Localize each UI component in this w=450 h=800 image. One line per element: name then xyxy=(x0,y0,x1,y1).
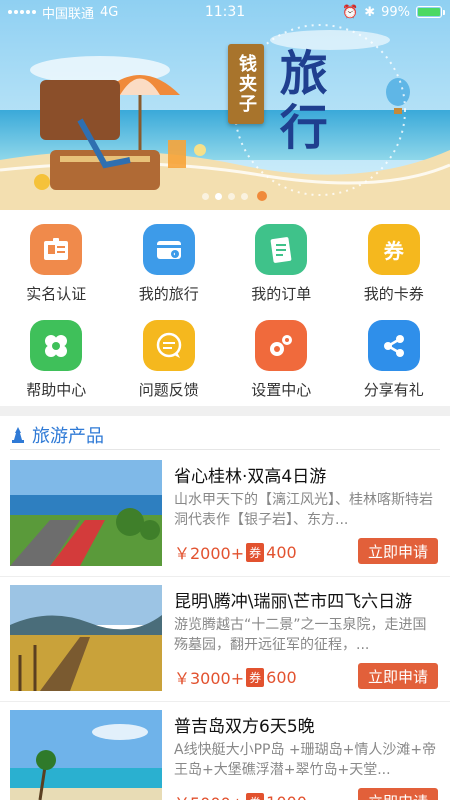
pagination-dot[interactable] xyxy=(228,193,235,200)
coupon-badge: 券 xyxy=(246,667,265,687)
section-divider xyxy=(0,406,450,416)
apply-now-button[interactable]: 立即申请 xyxy=(358,538,438,564)
product-title: 昆明\腾冲\瑞丽\芒市四飞六日游 xyxy=(174,592,413,612)
coupon-glyph: 券 xyxy=(383,239,404,263)
product-item[interactable]: 省心桂林·双高4日游 山水甲天下的【漓江风光】、桂林喀斯特岩洞代表作【银子岩】、… xyxy=(0,452,450,577)
apply-now-button[interactable]: 立即申请 xyxy=(358,788,438,800)
product-description: 山水甲天下的【漓江风光】、桂林喀斯特岩洞代表作【银子岩】、东方... xyxy=(174,492,433,528)
feature-menu: 实名认证 我的旅行 我的订单 券 我的卡券 帮助中心 问题反馈 设置中心 分享有… xyxy=(0,218,450,400)
tower-icon xyxy=(12,426,24,443)
share-icon xyxy=(367,320,420,371)
product-item[interactable]: 昆明\腾冲\瑞丽\芒市四飞六日游 游览腾越古“十二景”之一玉泉院，走进国殇墓园，… xyxy=(0,577,450,702)
bluetooth-icon: ✱ xyxy=(364,4,376,20)
pagination-dot-active[interactable] xyxy=(215,193,222,200)
product-list: 省心桂林·双高4日游 山水甲天下的【漓江风光】、桂林喀斯特岩洞代表作【银子岩】、… xyxy=(0,452,450,800)
banner-badge: 钱夹子 xyxy=(228,44,264,124)
menu-item-label: 帮助中心 xyxy=(26,381,87,399)
menu-item-label: 实名认证 xyxy=(26,285,87,303)
product-item[interactable]: 普吉岛双方6天5晚 A线快艇大小PP岛 +珊瑚岛+情人沙滩+帝王岛+大堡礁浮潜+… xyxy=(0,702,450,800)
menu-item-label: 分享有礼 xyxy=(363,381,424,399)
product-image-yunnan xyxy=(10,585,162,691)
battery-icon xyxy=(416,6,445,18)
product-description: A线快艇大小PP岛 +珊瑚岛+情人沙滩+帝王岛+大堡礁浮潜+翠竹岛+天堂... xyxy=(174,742,437,778)
product-image-guilin xyxy=(10,460,162,566)
product-title: 省心桂林·双高4日游 xyxy=(174,467,327,487)
product-price: ￥5000+ 券 1000 xyxy=(174,790,307,800)
id-card-icon xyxy=(30,224,83,275)
pagination-dot[interactable] xyxy=(241,193,248,200)
price-value: ￥2000+ xyxy=(174,544,245,563)
menu-item-help-center[interactable]: 帮助中心 xyxy=(0,314,113,400)
menu-item-real-name-auth[interactable]: 实名认证 xyxy=(0,218,113,304)
menu-item-my-orders[interactable]: 我的订单 xyxy=(225,218,338,304)
travel-banner[interactable]: 钱夹子 旅行 xyxy=(0,0,450,210)
feedback-icon xyxy=(142,320,195,371)
banner-illustration xyxy=(0,0,450,210)
product-price: ￥2000+ 券 400 xyxy=(174,540,297,564)
menu-item-label: 我的卡券 xyxy=(363,285,424,303)
menu-item-my-travel[interactable]: 我的旅行 xyxy=(113,218,226,304)
menu-item-label: 我的旅行 xyxy=(138,285,199,303)
carrier-name: 中国联通 xyxy=(42,6,95,22)
price-value: ￥3000+ xyxy=(174,669,245,688)
menu-item-label: 设置中心 xyxy=(251,381,312,399)
product-price: ￥3000+ 券 600 xyxy=(174,665,297,689)
product-title: 普吉岛双方6天5晚 xyxy=(174,717,315,737)
menu-item-label: 我的订单 xyxy=(251,285,312,303)
order-list-icon xyxy=(255,224,308,275)
network-type: 4G xyxy=(100,4,119,20)
coupon-icon: 券 xyxy=(367,224,420,275)
product-image-phuket xyxy=(10,710,162,800)
menu-item-label: 问题反馈 xyxy=(138,381,199,399)
apply-now-button[interactable]: 立即申请 xyxy=(358,663,438,689)
battery-percent: 99% xyxy=(381,4,410,20)
status-bar: 中国联通 4G 11:31 ⏰ ✱ 99% xyxy=(0,0,450,24)
help-center-icon xyxy=(30,320,83,371)
coupon-badge: 券 xyxy=(246,792,265,800)
section-title: 旅游产品 xyxy=(32,425,104,447)
banner-title: 旅行 xyxy=(270,48,327,156)
alarm-icon: ⏰ xyxy=(342,4,359,20)
product-description: 游览腾越古“十二景”之一玉泉院，走进国殇墓园，翻开远征军的征程，... xyxy=(174,617,427,653)
pagination-dot[interactable] xyxy=(202,193,209,200)
coupon-value: 1000 xyxy=(266,793,307,800)
coupon-value: 400 xyxy=(266,542,297,562)
menu-item-feedback[interactable]: 问题反馈 xyxy=(113,314,226,400)
banner-pagination[interactable] xyxy=(0,193,450,200)
menu-item-share-gift[interactable]: 分享有礼 xyxy=(338,314,450,400)
coupon-badge: 券 xyxy=(246,542,265,562)
coupon-value: 600 xyxy=(266,667,297,687)
signal-icon xyxy=(8,10,36,14)
travel-card-icon xyxy=(142,224,195,275)
price-value: ￥5000+ xyxy=(174,790,244,800)
settings-gear-icon xyxy=(255,320,308,371)
section-header: 旅游产品 xyxy=(10,420,440,450)
menu-item-my-coupons[interactable]: 券 我的卡券 xyxy=(338,218,450,304)
menu-item-settings-center[interactable]: 设置中心 xyxy=(225,314,338,400)
